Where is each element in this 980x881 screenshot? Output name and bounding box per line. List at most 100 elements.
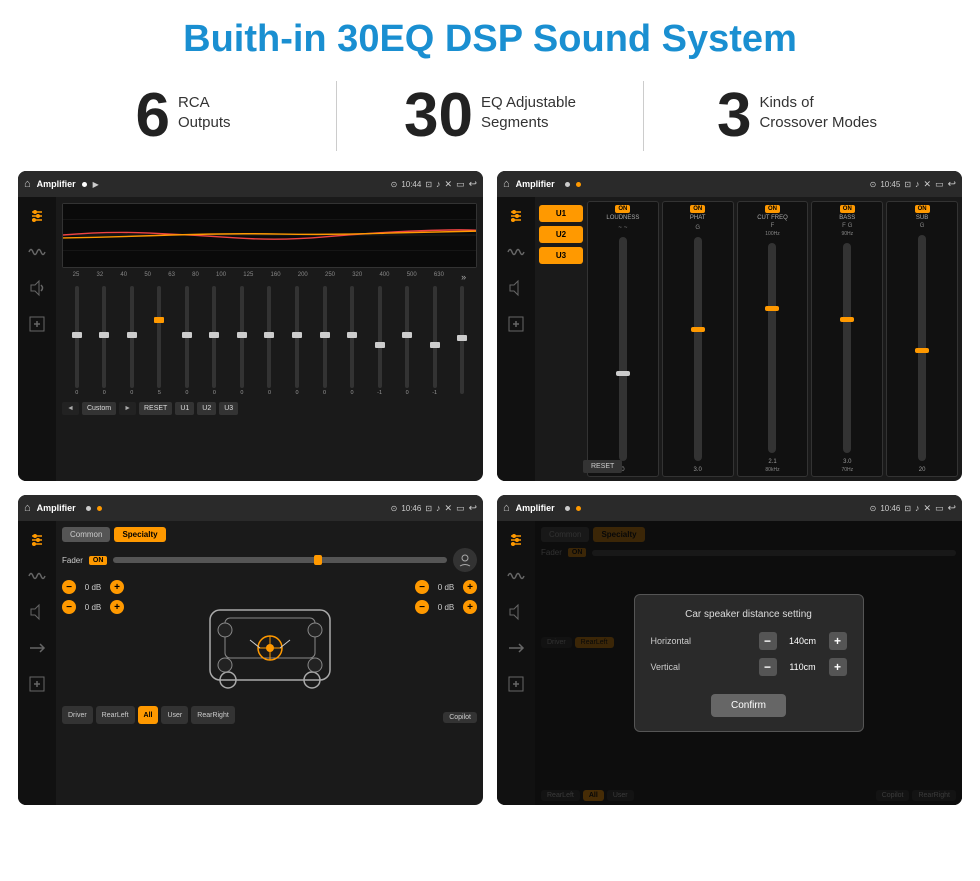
screen3-time: 10:46 <box>401 504 421 513</box>
close-icon-4[interactable] <box>924 503 932 514</box>
tab-specialty-3[interactable]: Specialty <box>114 527 165 542</box>
vertical-minus-btn[interactable]: − <box>759 658 777 676</box>
eq-slider-1[interactable]: 0 <box>92 286 118 396</box>
eq-slider-0[interactable]: 0 <box>64 286 90 396</box>
btn-copilot-3[interactable]: Copilot <box>443 712 477 723</box>
sidebar-expand-icon-2[interactable] <box>505 313 527 335</box>
sidebar-speaker-icon-4[interactable] <box>505 601 527 623</box>
dialog-horizontal-ctrl: − 140cm + <box>759 632 847 650</box>
eq-slider-13[interactable]: -1 <box>422 286 448 396</box>
eq-u1-btn[interactable]: U1 <box>175 402 194 415</box>
eq-slider-11[interactable]: -1 <box>367 286 393 396</box>
sidebar-wave-icon[interactable] <box>26 241 48 263</box>
vol-plus-1[interactable]: + <box>110 580 124 594</box>
sidebar-tune-icon-2[interactable] <box>505 205 527 227</box>
cutfreq-slider[interactable] <box>768 243 776 453</box>
sidebar-wave-icon-2[interactable] <box>505 241 527 263</box>
eq-slider-12[interactable]: 0 <box>394 286 420 396</box>
preset-u1[interactable]: U1 <box>539 205 583 222</box>
eq-slider-7[interactable]: 0 <box>257 286 283 396</box>
sidebar-tune-icon-4[interactable] <box>505 529 527 551</box>
vol-minus-3[interactable]: − <box>415 580 429 594</box>
eq-slider-14[interactable] <box>449 286 475 396</box>
back-icon-4[interactable]: ↩ <box>948 503 956 514</box>
home-icon-4[interactable] <box>503 502 510 514</box>
phat-slider[interactable] <box>694 237 702 461</box>
sub-slider[interactable] <box>918 235 926 461</box>
eq-slider-8[interactable]: 0 <box>284 286 310 396</box>
window-icon-2[interactable] <box>935 179 944 190</box>
sidebar-expand-icon-4[interactable] <box>505 673 527 695</box>
btn-rearright-3[interactable]: RearRight <box>191 706 235 724</box>
sidebar-speaker-icon-3[interactable] <box>26 601 48 623</box>
vertical-plus-btn[interactable]: + <box>829 658 847 676</box>
confirm-button[interactable]: Confirm <box>711 694 786 717</box>
window-icon-3[interactable] <box>456 503 465 514</box>
close-icon-2[interactable] <box>924 179 932 190</box>
window-icon-4[interactable] <box>935 503 944 514</box>
close-icon[interactable] <box>445 179 453 190</box>
vol-minus-1[interactable]: − <box>62 580 76 594</box>
sidebar-tune-icon-3[interactable] <box>26 529 48 551</box>
close-icon-3[interactable] <box>445 503 453 514</box>
sidebar-wave-icon-3[interactable] <box>26 565 48 587</box>
home-icon[interactable] <box>24 178 31 190</box>
stat-rca-label: RCA Outputs <box>178 85 231 132</box>
sidebar-speaker-icon-2[interactable] <box>505 277 527 299</box>
eq-slider-10[interactable]: 0 <box>339 286 365 396</box>
vol-plus-2[interactable]: + <box>110 600 124 614</box>
fader-on-badge[interactable]: ON <box>89 556 108 565</box>
vol-plus-3[interactable]: + <box>463 580 477 594</box>
sidebar-expand-icon-3[interactable] <box>26 673 48 695</box>
horizontal-plus-btn[interactable]: + <box>829 632 847 650</box>
sidebar-arrow-icon-3[interactable] <box>26 637 48 659</box>
channel-phat: ON PHAT G 3.0 <box>662 201 734 477</box>
stat-eq: 30 EQ Adjustable Segments <box>367 85 613 147</box>
eq-slider-6[interactable]: 0 <box>229 286 255 396</box>
eq-slider-2[interactable]: 0 <box>119 286 145 396</box>
eq-slider-3[interactable]: 5 <box>147 286 173 396</box>
sidebar-wave-icon-4[interactable] <box>505 565 527 587</box>
eq-u3-btn[interactable]: U3 <box>219 402 238 415</box>
loudness-slider[interactable] <box>619 237 627 461</box>
home-icon-3[interactable] <box>24 502 31 514</box>
btn-driver-3[interactable]: Driver <box>62 706 93 724</box>
preset-u3[interactable]: U3 <box>539 247 583 264</box>
back-icon-2[interactable]: ↩ <box>948 179 956 190</box>
sidebar-expand-icon[interactable] <box>26 313 48 335</box>
avatar-icon[interactable] <box>453 548 477 572</box>
sidebar-arrow-icon-4[interactable] <box>505 637 527 659</box>
eq-prev-btn[interactable]: ◄ <box>62 402 79 415</box>
channel-cutfreq: ON CUT FREQ F 100Hz 2.1 80kHz <box>737 201 809 477</box>
screen3-body: Common Specialty Fader ON <box>18 521 483 805</box>
amp2-reset-btn[interactable]: RESET <box>583 460 622 473</box>
btn-rearleft-3[interactable]: RearLeft <box>96 706 135 724</box>
btn-user-3[interactable]: User <box>161 706 188 724</box>
screen2-dot <box>565 182 570 187</box>
vol-minus-2[interactable]: − <box>62 600 76 614</box>
eq-slider-9[interactable]: 0 <box>312 286 338 396</box>
screen2-time: 10:45 <box>880 180 900 189</box>
btn-all-3[interactable]: All <box>138 706 159 724</box>
eq-slider-4[interactable]: 0 <box>174 286 200 396</box>
tab-common-3[interactable]: Common <box>62 527 110 542</box>
bass-slider[interactable] <box>843 243 851 453</box>
location-icon <box>391 180 398 189</box>
home-icon-2[interactable] <box>503 178 510 190</box>
sidebar-tune-icon[interactable] <box>26 205 48 227</box>
back-icon[interactable]: ↩ <box>469 179 477 190</box>
eq-slider-5[interactable]: 0 <box>202 286 228 396</box>
eq-reset-btn[interactable]: RESET <box>139 402 172 415</box>
window-icon[interactable] <box>456 179 465 190</box>
fader-slider[interactable] <box>113 557 447 563</box>
eq-u2-btn[interactable]: U2 <box>197 402 216 415</box>
vol-minus-4[interactable]: − <box>415 600 429 614</box>
horizontal-minus-btn[interactable]: − <box>759 632 777 650</box>
eq-next-btn[interactable]: ► <box>119 402 136 415</box>
back-icon-3[interactable]: ↩ <box>469 503 477 514</box>
sidebar-speaker-icon[interactable] <box>26 277 48 299</box>
preset-u2[interactable]: U2 <box>539 226 583 243</box>
eq-custom-btn[interactable]: Custom <box>82 402 116 415</box>
loudness-on: ON <box>615 205 630 213</box>
vol-plus-4[interactable]: + <box>463 600 477 614</box>
